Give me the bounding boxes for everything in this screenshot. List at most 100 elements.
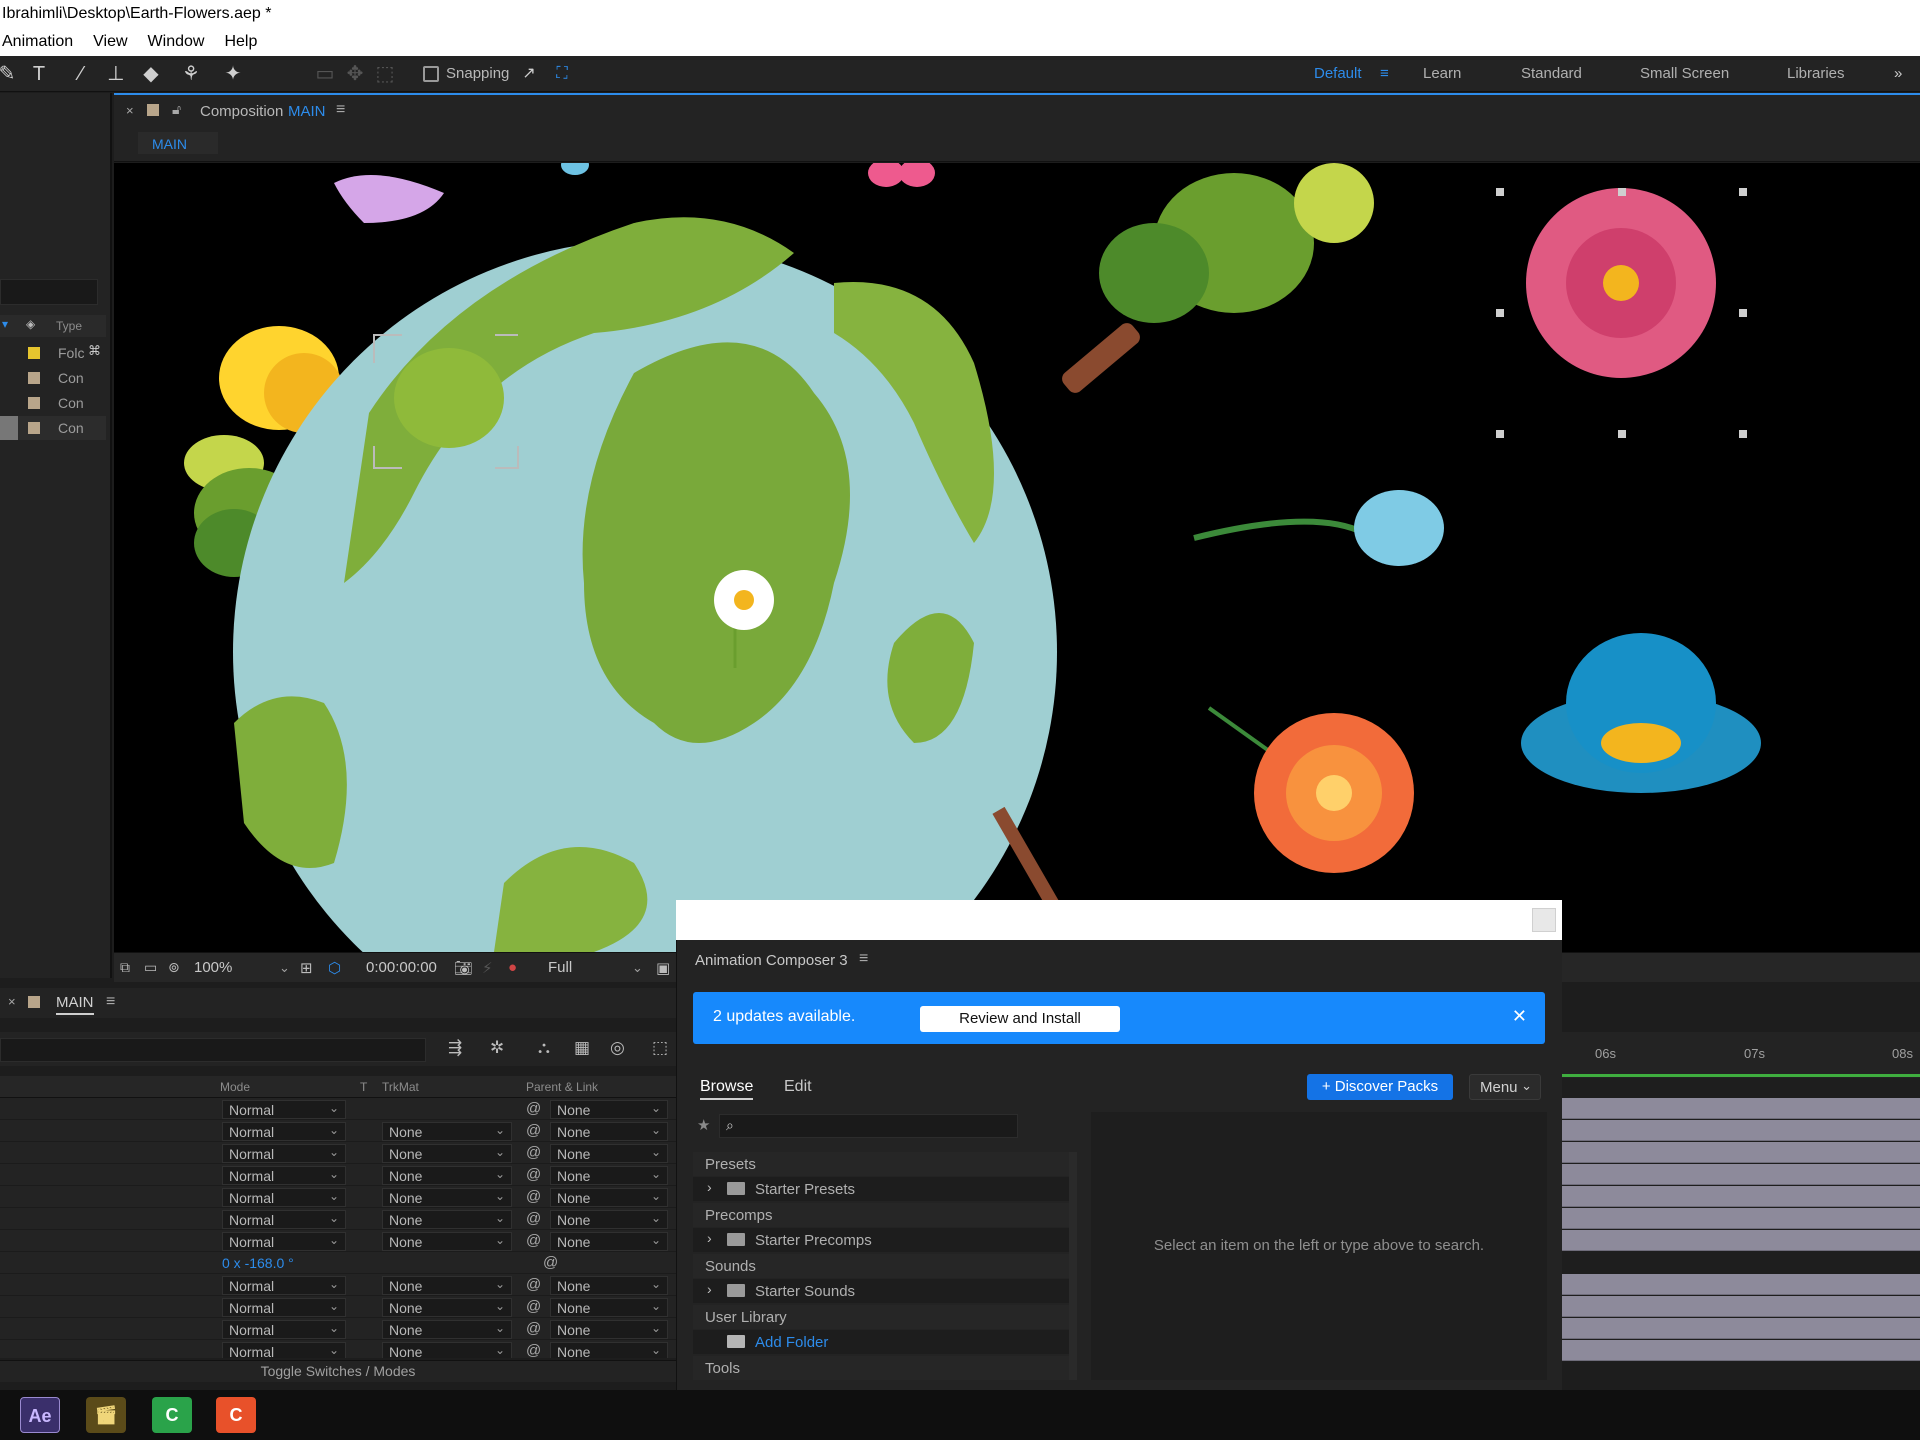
media-encoder-app-icon[interactable]: 🎬︎	[86, 1397, 126, 1433]
snap-features-icon[interactable]: ⛶	[549, 62, 575, 86]
mode-select[interactable]: Normal ⌄	[222, 1320, 346, 1339]
table-row[interactable]: Normal ⌄ None ⌄ @ None ⌄	[0, 1318, 676, 1340]
parent-select[interactable]: None ⌄	[550, 1232, 668, 1251]
parent-select[interactable]: None ⌄	[550, 1100, 668, 1119]
menu-help[interactable]: Help	[224, 33, 257, 56]
trkmat-select[interactable]: None ⌄	[382, 1188, 512, 1207]
workspace-default[interactable]: Default	[1314, 65, 1362, 82]
workspace-overflow-icon[interactable]: »	[1894, 65, 1902, 82]
workspace-libraries[interactable]: Libraries	[1787, 65, 1845, 82]
close-icon[interactable]: ×	[126, 103, 134, 118]
layer-bar[interactable]	[1562, 1340, 1920, 1361]
mode-select[interactable]: Normal ⌄	[222, 1276, 346, 1295]
axis-world-icon[interactable]: ✥	[342, 62, 368, 86]
chevron-right-icon[interactable]: ›	[707, 1230, 712, 1246]
trkmat-select[interactable]: None ⌄	[382, 1144, 512, 1163]
tree-scrollbar[interactable]	[1069, 1152, 1077, 1380]
search-input[interactable]: ⌕	[719, 1114, 1018, 1138]
composition-flowchart-icon[interactable]: ⇶	[448, 1038, 462, 1058]
project-item[interactable]: Folc ⌘	[0, 341, 106, 365]
resolution-fit-icon[interactable]: ⊞	[300, 959, 313, 977]
trkmat-select[interactable]: None ⌄	[382, 1342, 512, 1358]
close-icon[interactable]: ×	[8, 994, 16, 1009]
timeline-tab-main[interactable]: MAIN	[56, 994, 94, 1015]
table-row[interactable]: Normal ⌄ None ⌄ @ None ⌄	[0, 1142, 676, 1164]
type-tool-icon[interactable]: T	[26, 62, 52, 86]
menu-view[interactable]: View	[93, 33, 127, 56]
camtasia-orange-app-icon[interactable]: C	[216, 1397, 256, 1433]
parent-select[interactable]: None ⌄	[550, 1210, 668, 1229]
trkmat-select[interactable]: None ⌄	[382, 1166, 512, 1185]
workspace-menu-icon[interactable]: ≡	[1380, 65, 1389, 82]
parent-select[interactable]: None ⌄	[550, 1144, 668, 1163]
layer-bar[interactable]	[1562, 1274, 1920, 1295]
trkmat-select[interactable]: None ⌄	[382, 1276, 512, 1295]
layer-bar[interactable]	[1562, 1142, 1920, 1163]
layer-bar[interactable]	[1562, 1120, 1920, 1141]
mode-select[interactable]: Normal ⌄	[222, 1188, 346, 1207]
parent-select[interactable]: None ⌄	[550, 1320, 668, 1339]
flowchart-icon[interactable]: ⌘	[88, 343, 101, 359]
always-preview-icon[interactable]: ⧉	[120, 959, 130, 976]
graph-editor-icon[interactable]: ⬚	[652, 1038, 668, 1058]
parent-select[interactable]: None ⌄	[550, 1276, 668, 1295]
workspace-small-screen[interactable]: Small Screen	[1640, 65, 1729, 82]
list-item-starter-precomps[interactable]: › Starter Precomps	[693, 1228, 1069, 1252]
column-mode[interactable]: Mode	[220, 1080, 250, 1094]
sort-arrow-icon[interactable]: ▾	[2, 317, 8, 331]
tab-browse[interactable]: Browse	[700, 1078, 754, 1100]
trkmat-select[interactable]: None ⌄	[382, 1122, 512, 1141]
after-effects-app-icon[interactable]: Ae	[20, 1397, 60, 1433]
toggle-transparency-icon[interactable]: ▣	[656, 959, 670, 977]
close-icon[interactable]: ✕	[1512, 1006, 1527, 1027]
mode-select[interactable]: Normal ⌄	[222, 1122, 346, 1141]
frame-blending-icon[interactable]: ▦	[574, 1038, 590, 1058]
panel-menu-icon[interactable]: ≡	[106, 993, 115, 1011]
window-close-button[interactable]	[1532, 908, 1556, 932]
table-row[interactable]: Normal ⌄ None ⌄ @ None ⌄	[0, 1340, 676, 1358]
menu-window[interactable]: Window	[148, 33, 205, 56]
table-row[interactable]: Normal ⌄ None ⌄ @ None ⌄	[0, 1186, 676, 1208]
motion-blur-icon[interactable]: ◎	[610, 1038, 625, 1058]
lock-icon[interactable]: 🔓︎	[172, 101, 181, 118]
pick-whip-icon[interactable]: @	[526, 1298, 541, 1315]
column-type-label[interactable]: Type	[56, 319, 82, 333]
layer-bar[interactable]	[1562, 1230, 1920, 1251]
column-t[interactable]: T	[360, 1080, 367, 1094]
pick-whip-icon[interactable]: @	[526, 1210, 541, 1227]
mode-select[interactable]: Normal ⌄	[222, 1232, 346, 1251]
project-search-input[interactable]	[0, 279, 98, 305]
layer-bar[interactable]	[1562, 1318, 1920, 1339]
time-ruler[interactable]: 06s 07s 08s	[1562, 1032, 1920, 1078]
color-channels-icon[interactable]: ●	[508, 959, 517, 976]
shy-layers-icon[interactable]: ⛬	[538, 1038, 550, 1058]
layer-bar[interactable]	[1562, 1296, 1920, 1317]
vr-goggles-icon[interactable]: ⊚	[168, 959, 180, 976]
pen-tool-icon[interactable]: ✎	[0, 62, 20, 86]
chevron-down-icon[interactable]: ⌄	[632, 960, 643, 976]
column-parent-link[interactable]: Parent & Link	[526, 1080, 598, 1094]
table-row[interactable]: Normal ⌄ None ⌄ @ None ⌄	[0, 1164, 676, 1186]
table-row[interactable]: 0 x -168.0 ° @	[0, 1252, 676, 1274]
mode-select[interactable]: Normal ⌄	[222, 1298, 346, 1317]
rotation-value[interactable]: 0 x -168.0 °	[222, 1255, 294, 1271]
mode-select[interactable]: Normal ⌄	[222, 1100, 346, 1119]
brush-tool-icon[interactable]: ⁄	[68, 62, 94, 86]
pick-whip-icon[interactable]: @	[526, 1342, 541, 1358]
trkmat-select[interactable]: None ⌄	[382, 1210, 512, 1229]
discover-packs-button[interactable]: + Discover Packs	[1307, 1074, 1453, 1100]
mode-select[interactable]: Normal ⌄	[222, 1342, 346, 1358]
table-row[interactable]: Normal ⌄ None ⌄ @ None ⌄	[0, 1230, 676, 1252]
parent-select[interactable]: None ⌄	[550, 1298, 668, 1317]
snapshot-icon[interactable]: ⚡	[482, 959, 493, 977]
composition-viewer[interactable]	[114, 163, 1920, 952]
eraser-tool-icon[interactable]: ◆	[138, 62, 164, 86]
review-and-install-button[interactable]: Review and Install	[920, 1006, 1120, 1032]
clone-stamp-tool-icon[interactable]: ⊥	[103, 62, 129, 86]
table-row[interactable]: Normal ⌄ @ None ⌄	[0, 1098, 676, 1120]
table-row[interactable]: Normal ⌄ None ⌄ @ None ⌄	[0, 1208, 676, 1230]
parent-select[interactable]: None ⌄	[550, 1122, 668, 1141]
add-folder-button[interactable]: Add Folder	[693, 1330, 1069, 1354]
parent-select[interactable]: None ⌄	[550, 1342, 668, 1358]
camera-icon[interactable]: 📷︎	[454, 959, 473, 977]
